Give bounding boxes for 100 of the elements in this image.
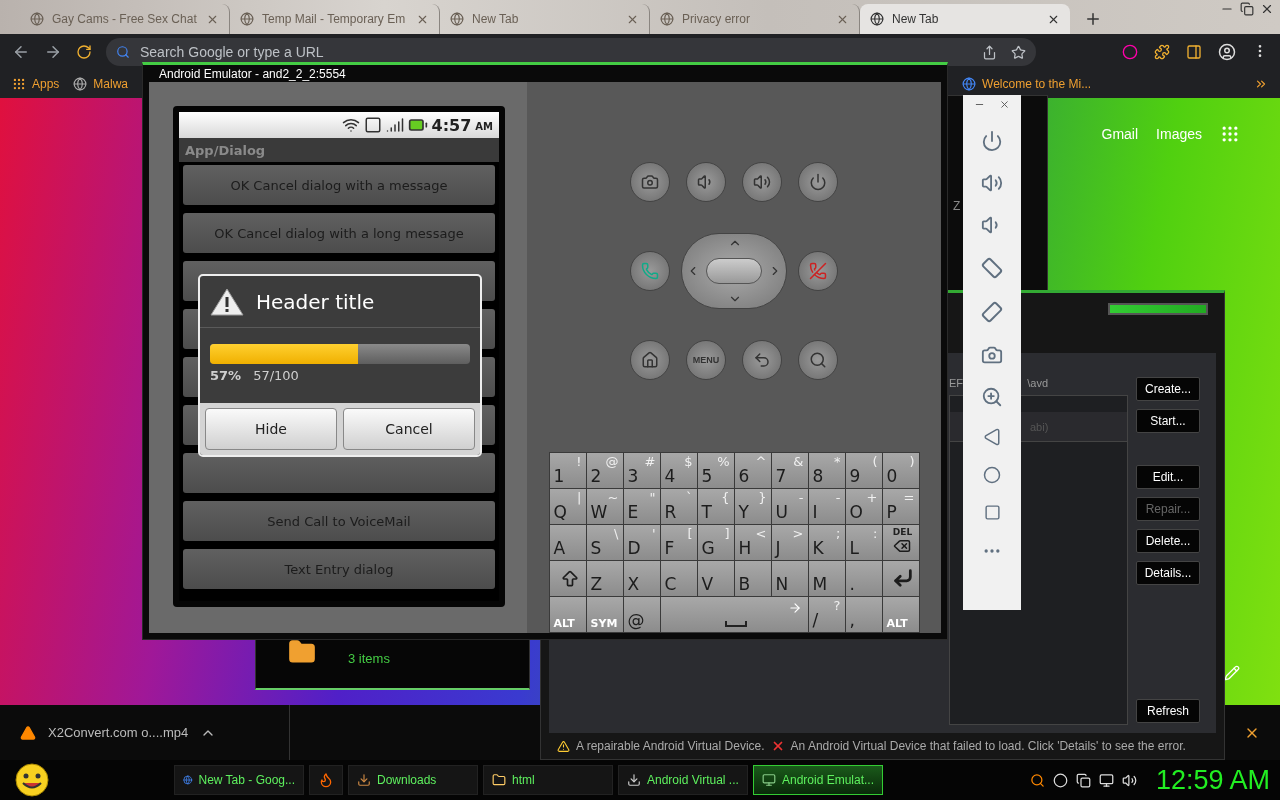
avd-button[interactable]: Delete... bbox=[1136, 529, 1200, 553]
dpad-center[interactable] bbox=[706, 258, 762, 284]
smiley-icon[interactable] bbox=[13, 763, 51, 797]
keyboard-key[interactable]: V bbox=[697, 561, 734, 596]
taskbar-button[interactable] bbox=[309, 765, 343, 795]
hardware-button[interactable] bbox=[742, 162, 782, 202]
keyboard-key[interactable]: Z bbox=[586, 561, 623, 596]
puzzle-icon[interactable] bbox=[1154, 44, 1170, 60]
camera-icon[interactable] bbox=[981, 344, 1003, 366]
restore-icon[interactable] bbox=[1240, 2, 1254, 16]
keyboard-key[interactable]: F [ bbox=[660, 525, 697, 560]
keyboard-key[interactable]: M bbox=[808, 561, 845, 596]
taskbar-button[interactable]: html bbox=[483, 765, 613, 795]
network-icon[interactable] bbox=[1098, 772, 1114, 788]
keyboard-key[interactable]: 1 ! bbox=[549, 453, 586, 488]
keyboard-key[interactable]: X bbox=[623, 561, 660, 596]
keyboard-key[interactable]: U - bbox=[771, 489, 808, 524]
keyboard-key[interactable]: 8 * bbox=[808, 453, 845, 488]
search-icon[interactable] bbox=[1029, 772, 1045, 788]
close-icon[interactable] bbox=[1260, 2, 1274, 16]
hardware-button[interactable] bbox=[630, 251, 670, 291]
dialog-button[interactable]: Cancel bbox=[343, 408, 475, 450]
keyboard-key[interactable]: ALT bbox=[882, 597, 919, 632]
bookmark-link[interactable]: Malwa bbox=[73, 77, 129, 91]
side-panel-icon[interactable] bbox=[1186, 44, 1202, 60]
keyboard-key[interactable]: D ' bbox=[623, 525, 660, 560]
keyboard-key[interactable]: 7 & bbox=[771, 453, 808, 488]
keyboard-key[interactable]: 9 ( bbox=[845, 453, 882, 488]
keyboard-key[interactable]: 0 ) bbox=[882, 453, 919, 488]
keyboard-key[interactable]: P = bbox=[882, 489, 919, 524]
volume-up-icon[interactable] bbox=[981, 172, 1003, 194]
new-tab-icon[interactable] bbox=[1084, 10, 1102, 28]
dialog-button[interactable]: Hide bbox=[205, 408, 337, 450]
hardware-button[interactable] bbox=[630, 340, 670, 380]
hardware-button[interactable] bbox=[798, 162, 838, 202]
keyboard-key[interactable]: O + bbox=[845, 489, 882, 524]
rotate-icon[interactable] bbox=[980, 300, 1004, 324]
avd-button[interactable]: Details... bbox=[1136, 561, 1200, 585]
keyboard-key[interactable]: N bbox=[771, 561, 808, 596]
keyboard-key[interactable]: 3 # bbox=[623, 453, 660, 488]
taskbar-button[interactable]: Android Virtual ... bbox=[618, 765, 748, 795]
keyboard-key[interactable]: @ bbox=[623, 597, 660, 632]
keyboard-key[interactable]: Q | bbox=[549, 489, 586, 524]
refresh-button[interactable]: Refresh bbox=[1136, 699, 1200, 723]
keyboard-key[interactable]: K ; bbox=[808, 525, 845, 560]
keyboard-key[interactable]: S \ bbox=[586, 525, 623, 560]
download-filename[interactable]: X2Convert.com o....mp4 bbox=[48, 725, 189, 740]
keyboard-key[interactable]: B bbox=[734, 561, 771, 596]
hardware-button[interactable] bbox=[630, 162, 670, 202]
keyboard-key[interactable] bbox=[549, 561, 586, 596]
forward-icon[interactable] bbox=[44, 43, 62, 61]
keyboard-key[interactable]: W ~ bbox=[586, 489, 623, 524]
taskbar-button[interactable]: Android Emulat... bbox=[753, 765, 883, 795]
keyboard-key[interactable] bbox=[882, 561, 919, 596]
keyboard-key[interactable]: / ? bbox=[808, 597, 845, 632]
rotate-icon[interactable] bbox=[980, 256, 1004, 280]
zoom-in-icon[interactable] bbox=[981, 386, 1003, 408]
keyboard-key[interactable]: Y } bbox=[734, 489, 771, 524]
hardware-button[interactable] bbox=[798, 340, 838, 380]
keyboard-key[interactable]: A bbox=[549, 525, 586, 560]
chevrons-right-icon[interactable] bbox=[1254, 77, 1268, 91]
keyboard-key[interactable]: T { bbox=[697, 489, 734, 524]
menu-button[interactable]: MENU bbox=[686, 340, 726, 380]
keyboard-key[interactable]: H < bbox=[734, 525, 771, 560]
list-button[interactable] bbox=[183, 453, 495, 493]
volume-icon[interactable] bbox=[1121, 772, 1137, 788]
keyboard-key[interactable]: G ] bbox=[697, 525, 734, 560]
hardware-button[interactable] bbox=[686, 162, 726, 202]
star-icon[interactable] bbox=[1011, 44, 1026, 60]
share-icon[interactable] bbox=[982, 44, 997, 60]
back-icon[interactable] bbox=[983, 428, 1001, 446]
taskbar-button[interactable]: Downloads bbox=[348, 765, 478, 795]
keyboard-key[interactable]: L : bbox=[845, 525, 882, 560]
browser-tab[interactable]: New Tab bbox=[860, 4, 1070, 34]
avd-button[interactable]: Start... bbox=[1136, 409, 1200, 433]
bookmark-link[interactable]: Welcome to the Mi... bbox=[962, 77, 1092, 91]
keyboard-key[interactable]: DEL bbox=[882, 525, 919, 560]
keyboard-key[interactable]: C bbox=[660, 561, 697, 596]
keyboard-key[interactable]: 4 $ bbox=[660, 453, 697, 488]
keyboard-key[interactable]: . bbox=[845, 561, 882, 596]
hardware-button[interactable] bbox=[742, 340, 782, 380]
pencil-icon[interactable] bbox=[1224, 665, 1240, 681]
bookmark-link[interactable]: Apps bbox=[12, 77, 60, 91]
avatar-icon[interactable] bbox=[1218, 43, 1236, 61]
close-icon[interactable] bbox=[999, 99, 1010, 110]
power-icon[interactable] bbox=[981, 130, 1003, 152]
avd-button[interactable]: Edit... bbox=[1136, 465, 1200, 489]
keyboard-key[interactable]: E " bbox=[623, 489, 660, 524]
keyboard-key[interactable]: ALT bbox=[549, 597, 586, 632]
keyboard-key[interactable]: , bbox=[845, 597, 882, 632]
keyboard-key[interactable]: 2 @ bbox=[586, 453, 623, 488]
keyboard-key[interactable]: R ` bbox=[660, 489, 697, 524]
profile-circle-icon[interactable] bbox=[1122, 44, 1138, 60]
circle-icon[interactable] bbox=[1052, 772, 1068, 788]
avd-button[interactable]: Create... bbox=[1136, 377, 1200, 401]
home-icon[interactable] bbox=[983, 466, 1001, 484]
back-icon[interactable] bbox=[12, 43, 30, 61]
keyboard-key[interactable]: 6 ^ bbox=[734, 453, 771, 488]
keyboard-key[interactable]: 5 % bbox=[697, 453, 734, 488]
overview-icon[interactable] bbox=[983, 504, 1001, 521]
